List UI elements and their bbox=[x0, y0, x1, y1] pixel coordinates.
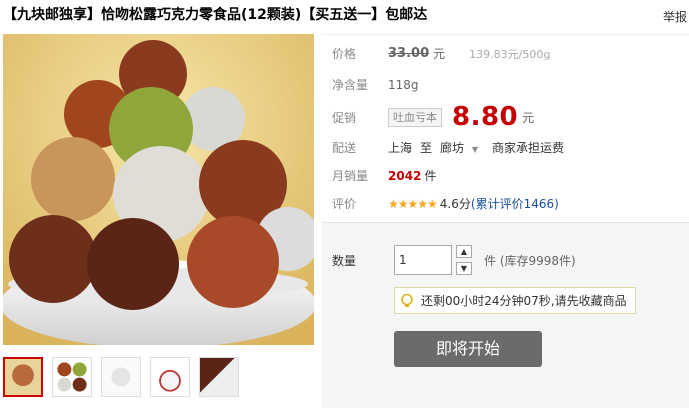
thumbnail-5[interactable] bbox=[199, 357, 239, 397]
price-row: 价格 33.00 元 139.83元/500g bbox=[332, 45, 550, 62]
shipping-note: 商家承担运费 bbox=[492, 141, 565, 155]
quantity-input[interactable]: 1 bbox=[394, 245, 452, 275]
quantity-decrease-button[interactable]: ▼ bbox=[456, 262, 472, 275]
thumbnail-4[interactable] bbox=[150, 357, 190, 397]
product-title: 【九块邮独享】恰吻松露巧克力零食品(12颗装)【买五送一】包邮达 bbox=[3, 7, 428, 23]
star-rating-icon: ★★★★★ bbox=[388, 196, 438, 211]
buy-button[interactable]: 即将开始 bbox=[394, 331, 542, 367]
report-link[interactable]: 举报 bbox=[663, 8, 687, 25]
quantity-label: 数量 bbox=[332, 254, 357, 268]
shipping-row: 配送 上海 至 廊坊 ▼ 商家承担运费 bbox=[332, 139, 564, 156]
monthly-sales-row: 月销量 2042 件 bbox=[332, 167, 436, 184]
ship-destination: 廊坊 bbox=[440, 141, 465, 155]
net-weight-value: 118g bbox=[388, 77, 419, 92]
rating-row: 评价 ★★★★★ 4.6分 (累计评价1466) bbox=[332, 195, 559, 212]
product-info-panel: 价格 33.00 元 139.83元/500g 净含量 118g 促销 吐血亏本… bbox=[322, 34, 689, 217]
net-weight-row: 净含量 118g bbox=[332, 76, 419, 93]
sales-unit: 件 bbox=[424, 169, 437, 183]
net-weight-label: 净含量 bbox=[332, 78, 369, 92]
shipping-label: 配送 bbox=[332, 141, 357, 155]
quantity-increase-button[interactable]: ▲ bbox=[456, 245, 472, 258]
ship-destination-select[interactable]: 廊坊 ▼ bbox=[440, 139, 478, 156]
chevron-down-icon: ▼ bbox=[471, 145, 479, 154]
monthly-sales-count: 2042 bbox=[388, 168, 422, 183]
rating-score: 4.6分 bbox=[439, 197, 471, 211]
lightbulb-icon bbox=[401, 293, 413, 307]
thumbnail-strip bbox=[3, 357, 239, 397]
promo-tag: 吐血亏本 bbox=[388, 107, 442, 127]
promo-price: 8.80 bbox=[452, 102, 519, 132]
ship-from: 上海 bbox=[388, 141, 413, 155]
truffle-photo bbox=[3, 34, 314, 345]
price-label: 价格 bbox=[332, 47, 357, 61]
promo-label: 促销 bbox=[332, 110, 357, 125]
review-count-link[interactable]: (累计评价1466) bbox=[471, 195, 559, 212]
thumbnail-2[interactable] bbox=[52, 357, 92, 397]
promo-row: 促销 吐血亏本 8.80 元 bbox=[332, 102, 534, 132]
countdown-notice: 还剩00小时24分钟07秒,请先收藏商品 bbox=[394, 287, 636, 314]
thumbnail-3[interactable] bbox=[101, 357, 141, 397]
promo-currency-unit: 元 bbox=[522, 110, 535, 125]
unit-price: 139.83元/500g bbox=[469, 47, 551, 61]
countdown-text: 还剩00小时24分钟07秒,请先收藏商品 bbox=[421, 294, 627, 308]
product-main-image bbox=[3, 34, 314, 345]
purchase-panel: 数量 1 ▲ ▼ 件 (库存9998件) 还剩00小时24分钟07秒,请先收藏商… bbox=[322, 222, 689, 408]
ship-to-word: 至 bbox=[420, 141, 433, 155]
currency-unit: 元 bbox=[433, 47, 446, 61]
stock-text: 件 (库存9998件) bbox=[484, 254, 576, 268]
rating-label: 评价 bbox=[332, 197, 357, 211]
monthly-sales-label: 月销量 bbox=[332, 169, 369, 183]
original-price: 33.00 bbox=[388, 46, 430, 61]
thumbnail-1[interactable] bbox=[3, 357, 43, 397]
